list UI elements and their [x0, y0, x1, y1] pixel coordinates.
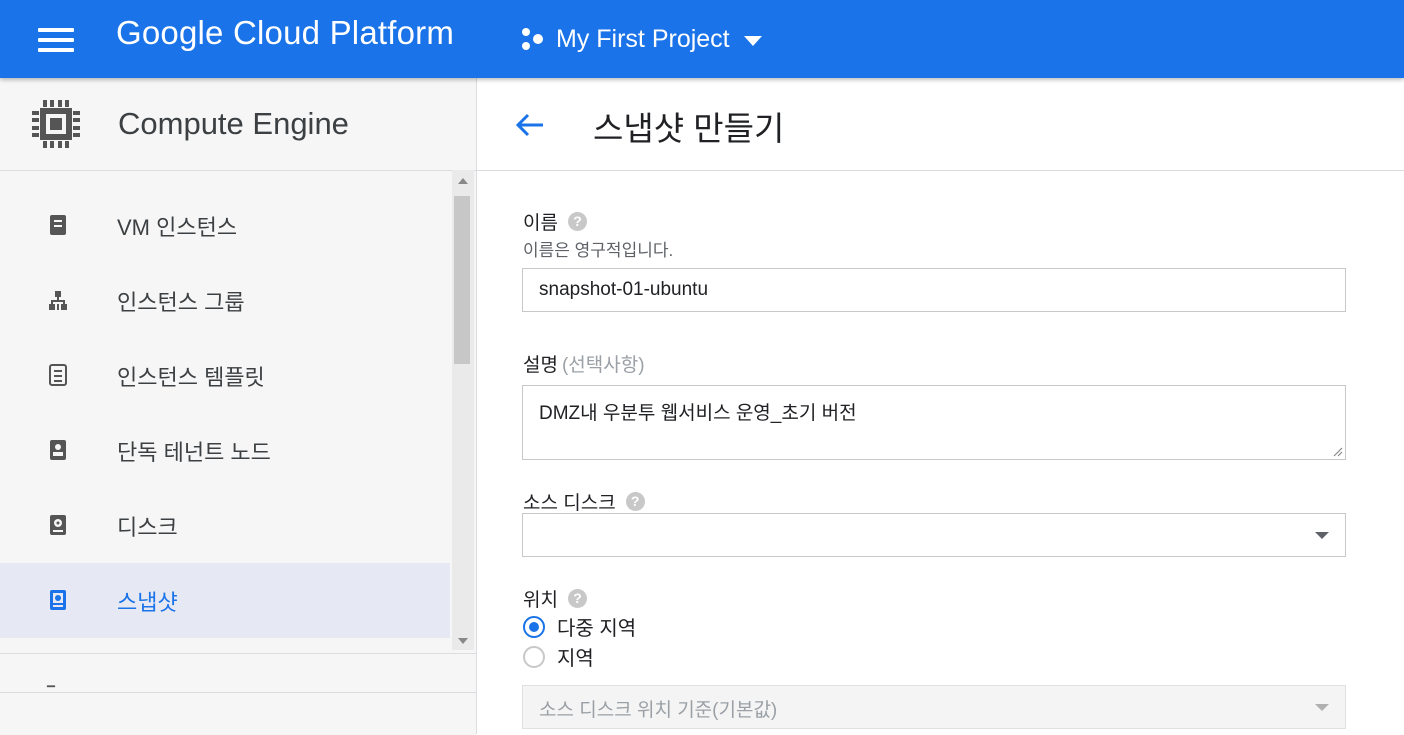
- project-selector-button[interactable]: My First Project: [520, 22, 762, 56]
- description-field[interactable]: DMZ내 우분투 웹서비스 운영_초기 버전: [522, 385, 1346, 460]
- caret-down-icon: [1315, 704, 1329, 711]
- name-field[interactable]: snapshot-01-ubuntu: [522, 268, 1346, 312]
- page-title: 스냅샷 만들기: [593, 110, 785, 147]
- scroll-up-arrow-icon[interactable]: [458, 178, 468, 184]
- help-icon[interactable]: ?: [567, 589, 587, 608]
- location-option-multi-region[interactable]: 다중 지역: [523, 612, 636, 641]
- scrollbar-thumb[interactable]: [454, 196, 470, 364]
- scroll-down-arrow-icon[interactable]: [458, 638, 468, 644]
- name-label: 이름 ?: [523, 208, 587, 235]
- location-label-text: 위치: [523, 590, 558, 611]
- sidebar-item-label: 단독 테넌트 노드: [117, 439, 271, 465]
- sidebar-header: Compute Engine: [0, 78, 476, 171]
- optional-tag: (선택사항): [561, 355, 645, 376]
- sidebar-title: Compute Engine: [118, 106, 349, 141]
- description-label: 설명 (선택사항): [523, 350, 645, 377]
- sidebar-scrollbar[interactable]: [452, 170, 474, 650]
- sidebar-item-label: VM 인스턴스: [117, 214, 238, 240]
- description-label-text: 설명: [523, 355, 558, 376]
- sidebar-item-label: 디스크: [117, 514, 178, 540]
- instance-template-icon: [49, 364, 67, 386]
- source-disk-select[interactable]: [522, 513, 1346, 557]
- location-label: 위치 ?: [523, 585, 587, 612]
- vm-instance-icon: [50, 215, 66, 235]
- resize-grip-icon[interactable]: [1331, 445, 1343, 457]
- help-icon[interactable]: ?: [567, 212, 587, 231]
- location-select-value: 소스 디스크 위치 기준(기본값): [539, 700, 778, 721]
- disk-icon: [50, 515, 66, 535]
- sidebar-item-instance-groups[interactable]: 인스턴스 그룹: [0, 263, 450, 338]
- instance-group-icon: [49, 291, 67, 310]
- sidebar-item-label: 인스턴스 그룹: [117, 289, 245, 315]
- top-app-bar: Google Cloud Platform My First Project: [0, 0, 1404, 78]
- sole-tenant-node-icon: [50, 440, 66, 460]
- sidebar-item-instance-templates[interactable]: 인스턴스 템플릿: [0, 338, 450, 413]
- radio-label: 지역: [557, 648, 594, 670]
- radio-button-checked[interactable]: [523, 615, 545, 638]
- sidebar: Compute Engine VM 인스턴스 인스턴스 그룹 인스턴스 템플릿 …: [0, 78, 477, 735]
- project-dots-icon: [522, 28, 543, 50]
- name-field-value: snapshot-01-ubuntu: [539, 279, 709, 300]
- location-select[interactable]: 소스 디스크 위치 기준(기본값): [522, 685, 1346, 729]
- project-name: My First Project: [556, 24, 730, 53]
- page-header: 스냅샷 만들기: [477, 78, 1404, 171]
- main-content: 스냅샷 만들기 이름 ? 이름은 영구적입니다. snapshot-01-ubu…: [477, 78, 1404, 734]
- sidebar-item-sole-tenant-nodes[interactable]: 단독 테넌트 노드: [0, 413, 450, 488]
- app-title[interactable]: Google Cloud Platform: [116, 14, 454, 52]
- description-field-value: DMZ내 우분투 웹서비스 운영_초기 버전: [539, 403, 857, 424]
- radio-label: 다중 지역: [557, 618, 637, 640]
- sidebar-item-label: 스냅샷: [117, 589, 178, 615]
- name-hint: 이름은 영구적입니다.: [523, 241, 674, 260]
- sidebar-nav: VM 인스턴스 인스턴스 그룹 인스턴스 템플릿 단독 테넌트 노드 디스크 스…: [0, 188, 450, 638]
- caret-down-icon: [743, 35, 762, 46]
- sidebar-item-disks[interactable]: 디스크: [0, 488, 450, 563]
- location-option-region[interactable]: 지역: [523, 642, 594, 671]
- name-label-text: 이름: [523, 213, 558, 234]
- source-disk-label: 소스 디스크 ?: [523, 488, 645, 515]
- sidebar-footer: [0, 653, 476, 735]
- sidebar-item-label: 인스턴스 템플릿: [117, 364, 265, 390]
- sidebar-item-snapshots[interactable]: 스냅샷: [0, 563, 450, 638]
- help-icon[interactable]: ?: [625, 492, 645, 511]
- sidebar-item-vm-instances[interactable]: VM 인스턴스: [0, 188, 450, 263]
- source-disk-label-text: 소스 디스크: [523, 493, 616, 514]
- radio-button-unchecked[interactable]: [523, 645, 545, 668]
- caret-down-icon: [1315, 532, 1329, 539]
- divider: [0, 692, 476, 693]
- hamburger-menu-icon[interactable]: [38, 24, 74, 54]
- back-arrow-icon[interactable]: [513, 110, 545, 140]
- compute-engine-chip-icon: [32, 100, 80, 148]
- snapshot-icon: [50, 590, 66, 610]
